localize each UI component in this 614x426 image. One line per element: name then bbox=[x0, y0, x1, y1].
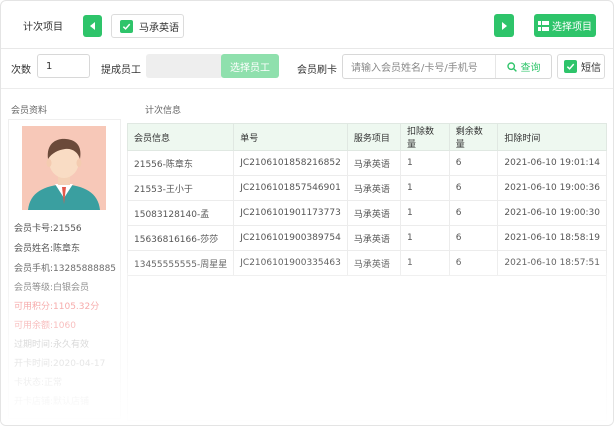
cell-remain: 6 bbox=[448, 200, 499, 226]
sms-label: 短信 bbox=[581, 63, 601, 74]
table-row[interactable]: 21553-王小于 JC2106101857546901 马承英语 1 6 20… bbox=[126, 175, 607, 201]
caret-left-icon bbox=[89, 22, 95, 30]
check-icon bbox=[120, 19, 133, 33]
select-item-label: 选择项目 bbox=[552, 22, 592, 33]
user-avatar-icon bbox=[22, 126, 106, 210]
cell-order: JC2106101858216852 bbox=[233, 150, 348, 176]
cell-member: 21556-陈章东 bbox=[126, 150, 235, 176]
avatar bbox=[22, 126, 106, 210]
check-icon bbox=[564, 60, 577, 73]
col-service-item: 服务项目 bbox=[346, 123, 401, 151]
cell-order: JC2106101857546901 bbox=[233, 175, 348, 201]
query-label: 查询 bbox=[520, 63, 541, 74]
item-checkbox[interactable]: 马承英语 bbox=[111, 14, 184, 38]
col-member-info: 会员信息 bbox=[126, 123, 235, 151]
col-deduct-qty: 扣除数量 bbox=[399, 123, 450, 151]
staff-input[interactable] bbox=[146, 54, 223, 78]
count-item-label: 计次项目 bbox=[23, 22, 63, 33]
toolbar: 计次项目 马承英语 选择项目 bbox=[1, 1, 613, 49]
cell-deduct: 1 bbox=[399, 250, 450, 276]
selected-item-label: 马承英语 bbox=[139, 22, 179, 34]
grid-icon bbox=[538, 20, 549, 31]
cell-member: 15636816166-莎莎 bbox=[126, 225, 235, 251]
member-store: 开卡店铺:默认店铺 bbox=[14, 397, 90, 407]
cell-order: JC2106101900335463 bbox=[233, 250, 348, 276]
member-card-status: 卡状态:正常 bbox=[14, 378, 63, 388]
col-deduct-time: 扣除时间 bbox=[497, 123, 607, 151]
cell-service: 马承英语 bbox=[346, 225, 401, 251]
select-item-button[interactable]: 选择项目 bbox=[534, 14, 596, 37]
cell-time: 2021-06-10 19:00:30 bbox=[497, 200, 607, 226]
cell-deduct: 1 bbox=[399, 175, 450, 201]
member-phone: 会员手机:13285888885 bbox=[14, 264, 117, 274]
table-row[interactable]: 15083128140-孟 JC2106101901173773 马承英语 1 … bbox=[126, 200, 607, 226]
select-staff-button[interactable]: 选择员工 bbox=[221, 54, 279, 78]
member-card-label: 会员刷卡 bbox=[297, 65, 337, 76]
next-button[interactable] bbox=[494, 14, 514, 37]
col-remain-qty: 剩余数量 bbox=[448, 123, 499, 151]
cell-remain: 6 bbox=[448, 225, 499, 251]
cell-deduct: 1 bbox=[399, 150, 450, 176]
count-records-table: 会员信息 单号 服务项目 扣除数量 剩余数量 扣除时间 21556-陈章东 JC… bbox=[126, 123, 607, 276]
search-placeholder: 请输入会员姓名/卡号/手机号 bbox=[351, 63, 478, 74]
cell-deduct: 1 bbox=[399, 200, 450, 226]
cell-service: 马承英语 bbox=[346, 250, 401, 276]
search-icon bbox=[506, 61, 517, 72]
cell-order: JC2106101901173773 bbox=[233, 200, 348, 226]
cell-deduct: 1 bbox=[399, 225, 450, 251]
member-info-title: 会员资料 bbox=[11, 106, 48, 116]
table-row[interactable]: 15636816166-莎莎 JC2106101900389754 马承英语 1… bbox=[126, 225, 607, 251]
query-button[interactable]: 查询 bbox=[495, 55, 551, 78]
caret-right-icon bbox=[502, 21, 507, 30]
cell-service: 马承英语 bbox=[346, 200, 401, 226]
table-header-row: 会员信息 单号 服务项目 扣除数量 剩余数量 扣除时间 bbox=[126, 123, 607, 151]
prev-button[interactable] bbox=[83, 15, 102, 37]
cell-time: 2021-06-10 19:00:36 bbox=[497, 175, 607, 201]
cell-time: 2021-06-10 18:58:19 bbox=[497, 225, 607, 251]
cell-time: 2021-06-10 19:01:14 bbox=[497, 150, 607, 176]
cell-service: 马承英语 bbox=[346, 175, 401, 201]
member-expiry: 过期时间:永久有效 bbox=[14, 340, 90, 350]
table-row[interactable]: 13455555555-周星星 JC2106101900335463 马承英语 … bbox=[126, 250, 607, 276]
cell-remain: 6 bbox=[448, 175, 499, 201]
member-level: 会员等级:白银会员 bbox=[14, 283, 90, 293]
member-name: 会员姓名:陈章东 bbox=[14, 244, 81, 254]
col-order-no: 单号 bbox=[233, 123, 348, 151]
cell-member: 21553-王小于 bbox=[126, 175, 235, 201]
cell-remain: 6 bbox=[448, 250, 499, 276]
cell-service: 马承英语 bbox=[346, 150, 401, 176]
count-info-title: 计次信息 bbox=[145, 106, 182, 116]
table-row[interactable]: 21556-陈章东 JC2106101858216852 马承英语 1 6 20… bbox=[126, 150, 607, 176]
cell-time: 2021-06-10 18:57:51 bbox=[497, 250, 607, 276]
member-card-no: 会员卡号:21556 bbox=[14, 224, 82, 234]
member-points: 可用积分:1105.32分 bbox=[14, 302, 100, 312]
cell-member: 15083128140-孟 bbox=[126, 200, 235, 226]
cell-order: JC2106101900389754 bbox=[233, 225, 348, 251]
count-input[interactable]: 1 bbox=[37, 54, 90, 78]
member-balance: 可用余额:1060 bbox=[14, 321, 76, 331]
cell-remain: 6 bbox=[448, 150, 499, 176]
sms-checkbox[interactable]: 短信 bbox=[557, 54, 605, 79]
app-window: 计次项目 马承英语 选择项目 次数 1 提成员工 选择员工 会员刷卡 请输入会员… bbox=[0, 0, 614, 426]
table-empty-area bbox=[127, 273, 607, 421]
count-label: 次数 bbox=[11, 65, 31, 76]
cell-member: 13455555555-周星星 bbox=[126, 250, 235, 276]
staff-label: 提成员工 bbox=[101, 65, 141, 76]
member-open-date: 开卡时间:2020-04-17 bbox=[14, 359, 106, 369]
filter-row: 次数 1 提成员工 选择员工 会员刷卡 请输入会员姓名/卡号/手机号 查询 短信 bbox=[1, 49, 613, 89]
